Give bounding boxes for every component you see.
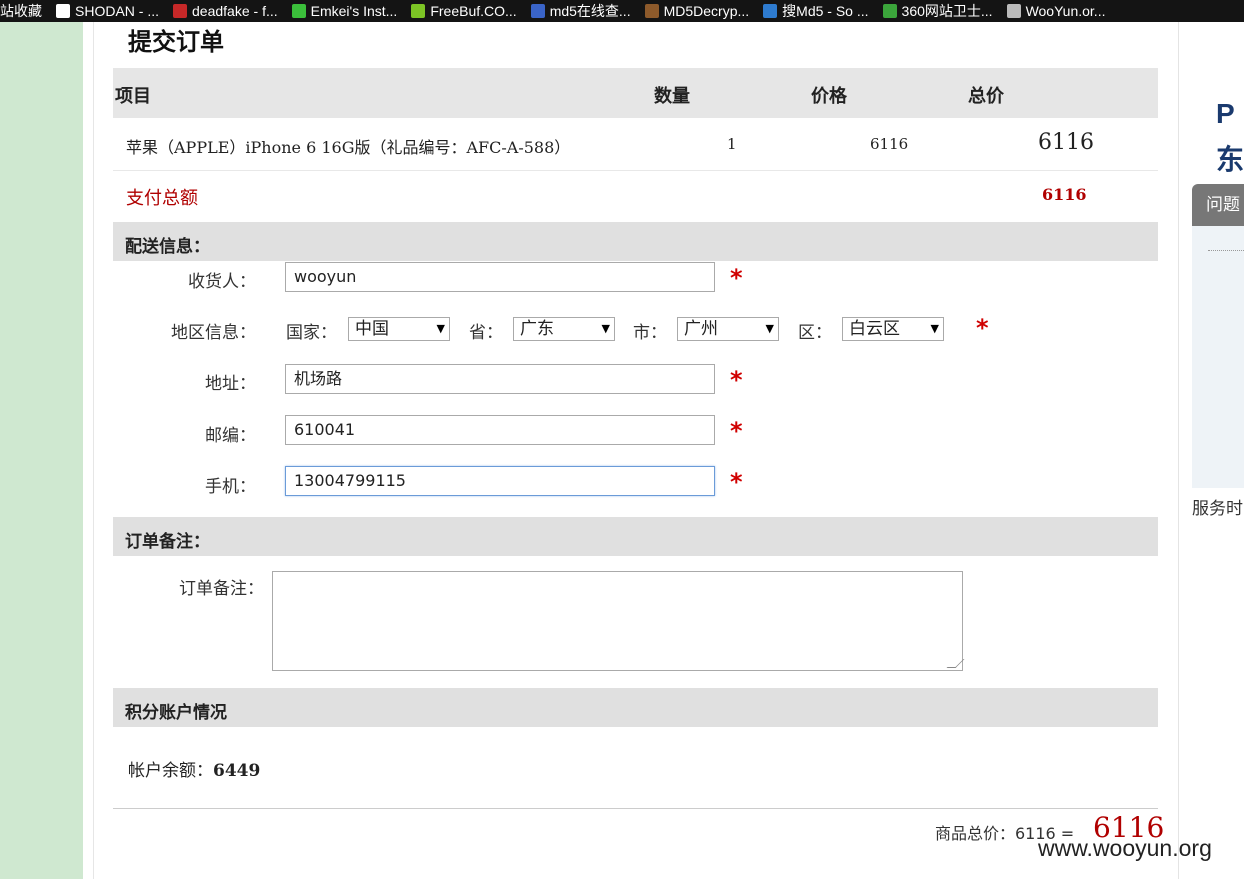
bookmark-label: md5在线查... [549,3,631,19]
product-qty: 1 [727,135,737,153]
col-header-item: 项目 [115,86,151,107]
right-panel-box [1192,226,1244,488]
grid-icon [530,4,545,18]
zip-label: 邮编： [205,426,256,446]
recipient-input[interactable]: wooyun [285,262,715,292]
right-panel-logo-top: P [1216,98,1235,129]
shipping-section-header: 配送信息： [113,222,1158,261]
figure-icon [644,4,659,18]
product-total: 6116 [1038,130,1094,155]
chevron-down-icon: ▼ [930,322,939,335]
payment-total-row: 支付总额 6116 [113,170,1158,222]
product-price: 6116 [870,135,909,153]
phone-required-mark: * [730,468,743,496]
shield-icon [882,4,897,18]
city-select-value: 广州 [684,319,718,339]
right-panel-help-tab[interactable]: 问题 [1192,184,1244,226]
col-header-price: 价格 [811,86,847,107]
balance-line: 帐户余额：6449 [128,756,260,781]
bookmark-item[interactable]: MD5Decryp... [644,3,750,19]
region-required-mark: * [976,314,989,342]
country-label: 国家： [286,323,337,343]
order-table-header: 项目 数量 价格 总价 [113,68,1158,118]
bookmarks-bar: 站收藏 SHODAN - ... deadfake - f... Emkei's In… [0,0,1244,22]
page-title: 提交订单 [128,28,224,56]
bookmark-item[interactable]: WooYun.or... [1006,3,1106,19]
city-select[interactable]: 广州 ▼ [677,317,779,341]
province-select-value: 广东 [520,319,554,339]
payment-total-amount: 6116 [1042,185,1087,204]
bookmark-item[interactable]: deadfake - f... [173,3,278,19]
chevron-down-icon: ▼ [601,322,610,335]
order-row: 苹果（APPLE）iPhone 6 16G版（礼品编号：AFC-A-588） 1… [113,118,1158,171]
province-select[interactable]: 广东 ▼ [513,317,615,341]
bookmark-label: MD5Decryp... [663,3,750,19]
zip-input[interactable]: 610041 [285,415,715,445]
bookmark-label: 360网站卫士... [901,3,993,19]
points-section-header: 积分账户情况 [113,688,1158,727]
shipping-section-title: 配送信息： [125,237,210,257]
bookmark-label: 站收藏 [0,3,42,19]
bookmark-label: deadfake - f... [192,3,278,19]
zip-required-mark: * [730,417,743,445]
city-label: 市： [633,323,667,343]
district-label: 区： [798,323,832,343]
payment-total-label: 支付总额 [126,188,198,209]
address-label: 地址： [205,374,256,394]
right-panel-service-text: 服务时 [1192,499,1243,519]
address-input[interactable]: 机场路 [285,364,715,394]
bookmark-label: WooYun.or... [1025,3,1106,19]
summary-divider [113,808,1158,809]
region-label: 地区信息： [171,323,256,343]
product-name: 苹果（APPLE）iPhone 6 16G版（礼品编号：AFC-A-588） [126,138,571,157]
chevron-down-icon: ▼ [765,322,774,335]
country-select-value: 中国 [355,319,389,339]
cloud-icon [1006,4,1021,18]
phone-label: 手机： [205,477,256,497]
col-header-qty: 数量 [654,86,690,107]
green-blob-icon [291,4,306,18]
notes-label: 订单备注： [179,579,264,599]
recipient-required-mark: * [730,264,743,292]
bookmark-item[interactable]: 搜Md5 - So ... [763,1,869,21]
red-bars-icon [173,4,188,18]
balance-value: 6449 [213,761,261,781]
notes-section-title: 订单备注： [125,532,210,552]
notes-textarea[interactable] [272,571,965,671]
points-section-title: 积分账户情况 [125,703,227,723]
bookmark-item[interactable]: Emkei's Inst... [291,3,398,19]
chevron-down-icon: ▼ [436,322,445,335]
resize-handle-icon[interactable] [946,659,965,668]
bookmark-label: 搜Md5 - So ... [782,3,869,19]
bookmark-item[interactable]: md5在线查... [530,1,631,21]
province-label: 省： [469,323,503,343]
right-panel-divider [1208,250,1244,251]
phone-input[interactable]: 13004799115 [285,466,715,496]
country-select[interactable]: 中国 ▼ [348,317,450,341]
left-green-strip [0,22,83,879]
globe-icon [763,4,778,18]
left-margin [83,22,94,879]
right-panel-logo-bottom: 东 [1216,143,1244,176]
col-header-total: 总价 [968,86,1004,107]
bookmark-label: Emkei's Inst... [310,3,398,19]
freebuf-f-icon [411,4,426,18]
watermark: www.wooyun.org [1038,835,1212,861]
district-select[interactable]: 白云区 ▼ [842,317,944,341]
bookmark-item[interactable]: 360网站卫士... [882,1,993,21]
notes-section-header: 订单备注： [113,517,1158,556]
bookmark-item[interactable]: 站收藏 [0,1,42,21]
bookmark-item[interactable]: SHODAN - ... [56,3,159,19]
bookmark-label: SHODAN - ... [75,3,160,19]
district-select-value: 白云区 [849,319,900,339]
balance-label: 帐户余额： [128,761,213,781]
page-icon [56,4,70,18]
address-required-mark: * [730,366,743,394]
bookmark-label: FreeBuf.CO... [430,3,517,19]
recipient-label: 收货人： [188,272,256,292]
bookmark-item[interactable]: FreeBuf.CO... [411,3,517,19]
